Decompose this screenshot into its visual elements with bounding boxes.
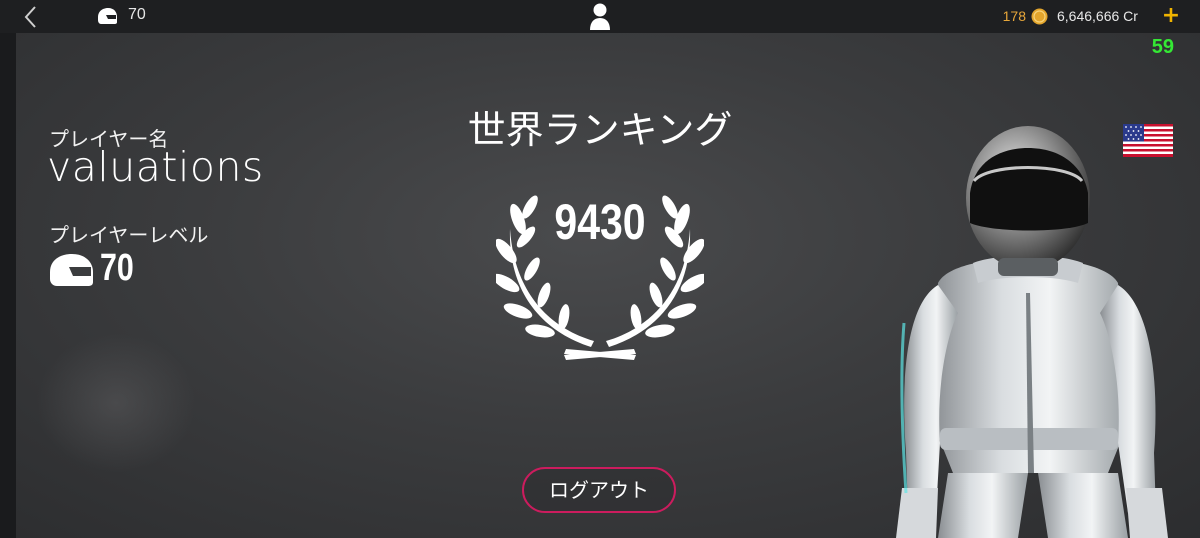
player-level-label: プレイヤーレベル <box>49 223 209 247</box>
fps-counter: 59 <box>1151 36 1174 58</box>
world-ranking-value: 9430 <box>554 194 646 250</box>
gold-amount: 178 <box>1002 8 1026 24</box>
logout-button[interactable]: ログアウト <box>522 467 676 513</box>
background-smoke <box>36 333 196 473</box>
helmet-icon <box>50 254 93 286</box>
helmet-icon <box>98 8 117 24</box>
profile-stage: 59 プレイヤー名 valuations プレイヤーレベル 70 世界ランキング <box>16 33 1200 538</box>
back-chevron-icon[interactable] <box>22 5 40 29</box>
add-currency-button[interactable]: + <box>1160 5 1182 27</box>
profile-icon[interactable] <box>589 2 611 31</box>
gold-coin-icon <box>1031 8 1048 25</box>
player-name: valuations <box>47 143 264 191</box>
world-ranking-title: 世界ランキング <box>467 108 733 152</box>
top-bar: 70 178 6,646,666 Cr + <box>0 0 1200 33</box>
player-level-value: 70 <box>100 247 134 289</box>
racing-driver-avatar <box>896 126 1168 538</box>
credits-amount: 6,646,666 Cr <box>1057 8 1138 24</box>
player-level-indicator: 70 <box>128 6 146 23</box>
